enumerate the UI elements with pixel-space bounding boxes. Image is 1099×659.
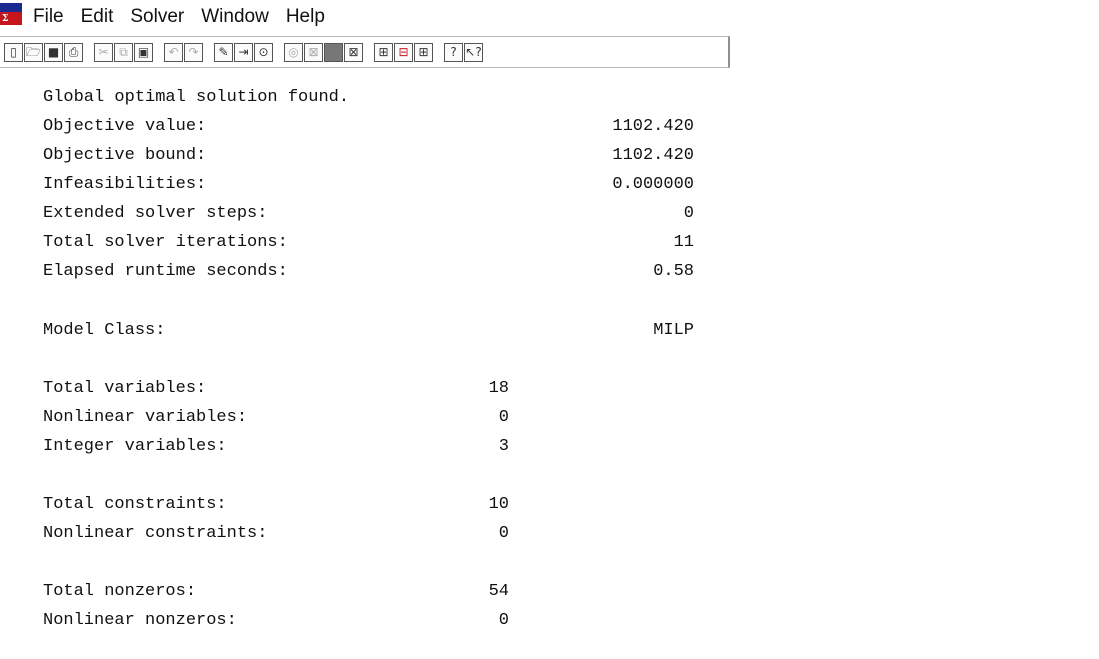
options-icon[interactable]: ⊞ xyxy=(414,42,433,62)
runtime-label: Elapsed runtime seconds: xyxy=(43,262,288,281)
nonlinear-constraints-label: Nonlinear constraints: xyxy=(43,524,268,543)
solve-icon[interactable]: ◎ xyxy=(284,42,303,62)
lingo-app-icon[interactable]: Σ xyxy=(0,3,22,25)
integer-variables: 3 xyxy=(498,437,509,456)
total-variables-label: Total variables: xyxy=(43,379,207,398)
extended-steps: 0 xyxy=(683,204,694,223)
find-icon[interactable]: ✎ xyxy=(214,42,233,62)
total-nonzeros-label: Total nonzeros: xyxy=(43,582,197,601)
model-class-label: Model Class: xyxy=(43,321,166,340)
menu-window[interactable]: Window xyxy=(200,6,270,28)
total-variables: 18 xyxy=(488,379,509,398)
send-to-back-icon[interactable] xyxy=(324,42,343,62)
menu-edit[interactable]: Edit xyxy=(80,6,115,28)
menu-help[interactable]: Help xyxy=(285,6,326,28)
match-parenthesis-icon[interactable]: ⊙ xyxy=(254,42,273,62)
nonlinear-variables: 0 xyxy=(498,408,509,427)
print-icon[interactable]: ⎙ xyxy=(64,42,83,62)
solution-icon[interactable]: ⊠ xyxy=(304,42,323,62)
save-icon[interactable]: ■ xyxy=(44,42,63,62)
paste-icon[interactable]: ▣ xyxy=(134,42,153,62)
total-constraints: 10 xyxy=(488,495,509,514)
iterations-label: Total solver iterations: xyxy=(43,233,288,252)
nonlinear-variables-label: Nonlinear variables: xyxy=(43,408,248,427)
undo-icon[interactable]: ↶ xyxy=(164,42,183,62)
total-constraints-label: Total constraints: xyxy=(43,495,227,514)
nonlinear-nonzeros-label: Nonlinear nonzeros: xyxy=(43,611,237,630)
go-to-line-icon[interactable]: ⇥ xyxy=(234,42,253,62)
copy-icon[interactable]: ⧉ xyxy=(114,42,133,62)
objective-bound: 1102.420 xyxy=(612,146,694,165)
extended-steps-label: Extended solver steps: xyxy=(43,204,268,223)
redo-icon[interactable]: ↷ xyxy=(184,42,203,62)
integer-variables-label: Integer variables: xyxy=(43,437,227,456)
status-line: Global optimal solution found. xyxy=(43,88,350,107)
context-help-icon[interactable]: ↖? xyxy=(464,42,483,62)
solution-report: Global optimal solution found. Objective… xyxy=(0,88,1099,659)
iterations: 11 xyxy=(673,233,694,252)
objective-value-label: Objective value: xyxy=(43,117,207,136)
infeasibilities-label: Infeasibilities: xyxy=(43,175,207,194)
toolbar: ▯ 🗁 ■ ⎙ ✂ ⧉ ▣ ↶ ↷ ✎ ⇥ ⊙ ◎ ⊠ ⊠ ⊞ ⊟ ⊞ ? ↖? xyxy=(0,36,730,68)
total-nonzeros: 54 xyxy=(488,582,509,601)
infeasibilities: 0.000000 xyxy=(612,175,694,194)
model-class: MILP xyxy=(653,321,694,340)
tile-icon[interactable]: ⊞ xyxy=(374,42,393,62)
runtime: 0.58 xyxy=(653,262,694,281)
nonlinear-nonzeros: 0 xyxy=(498,611,509,630)
cut-icon[interactable]: ✂ xyxy=(94,42,113,62)
help-icon[interactable]: ? xyxy=(444,42,463,62)
new-icon[interactable]: ▯ xyxy=(4,42,23,62)
open-icon[interactable]: 🗁 xyxy=(24,42,43,62)
close-all-icon[interactable]: ⊠ xyxy=(344,42,363,62)
menu-bar: Σ File Edit Solver Window Help xyxy=(0,0,1099,34)
objective-bound-label: Objective bound: xyxy=(43,146,207,165)
nonlinear-constraints: 0 xyxy=(498,524,509,543)
menu-solver[interactable]: Solver xyxy=(129,6,185,28)
cascade-icon[interactable]: ⊟ xyxy=(394,42,413,62)
objective-value: 1102.420 xyxy=(612,117,694,136)
menu-file[interactable]: File xyxy=(32,6,65,28)
